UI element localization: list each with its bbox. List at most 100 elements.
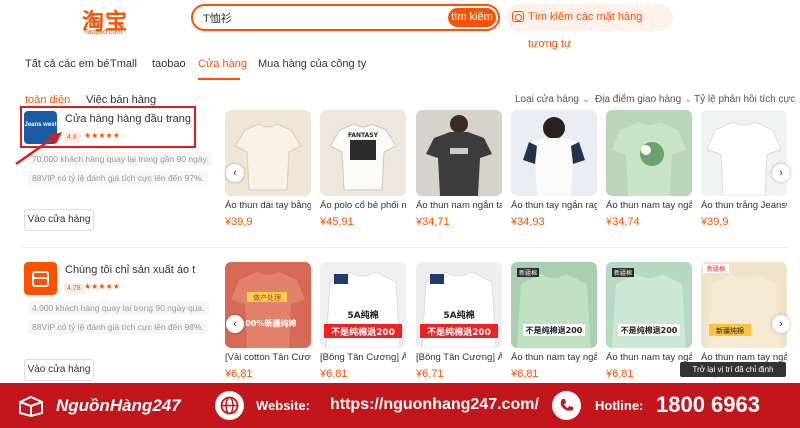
search-input[interactable]: T恤衫 xyxy=(203,10,443,26)
product-title: Áo thun nam tay ngắn ... xyxy=(606,200,692,211)
image-search-label: Tìm kiếm các mặt hàng tương tự xyxy=(528,11,643,50)
product-image[interactable] xyxy=(701,110,787,196)
product-card[interactable]: Áo thun dài tay bằng ... ¥39,9 xyxy=(225,110,313,228)
product-title: Áo thun trắng Jeansw... xyxy=(701,200,787,211)
product-graphic-text: FANTASY xyxy=(348,132,379,139)
product-image[interactable]: 新疆棉不是纯棉退200 xyxy=(606,262,692,348)
product-price: ¥34,93 xyxy=(511,216,545,228)
product-badge-text: 新疆棉 xyxy=(707,265,725,273)
phone-icon xyxy=(552,391,581,420)
product-badge-text: 5A纯棉 xyxy=(443,309,474,321)
visit-shop-button[interactable]: Vào cửa hàng xyxy=(24,209,94,231)
product-title: Áo polo cổ bẻ phối m... xyxy=(320,200,406,211)
carousel-prev-button[interactable]: ‹ xyxy=(226,315,244,333)
tab-tmall[interactable]: Tmall xyxy=(110,58,137,70)
tab-shops[interactable]: Cửa hàng xyxy=(198,58,247,70)
product-price: ¥34,74 xyxy=(606,216,640,228)
product-title: [Bông Tân Cương] Á... xyxy=(320,352,406,363)
image-search-button[interactable]: Tìm kiếm các mặt hàng tương tự xyxy=(506,4,673,50)
product-card[interactable]: 5A纯棉不是纯棉退200 [Bông Tân Cương] Á... ¥6,81 xyxy=(320,262,408,380)
footer-website-label: Website: xyxy=(256,398,310,413)
product-badge-text: 做产处理 xyxy=(253,293,281,302)
product-image[interactable] xyxy=(606,110,692,196)
shop-logo[interactable] xyxy=(24,262,57,295)
product-card[interactable]: 新疆棉不是纯棉退200 Áo thun nam tay ngắn ... ¥6,… xyxy=(606,262,694,380)
product-title: [Vải cotton Tân Cương] ... xyxy=(225,352,311,363)
product-graphic-text: 不是纯棉退200 xyxy=(526,325,583,335)
footer-website-value[interactable]: https://nguonhang247.com/ xyxy=(330,396,539,414)
shop-stat-reviews: 88VIP có tỷ lệ đánh giá tích cực lên đến… xyxy=(28,320,208,334)
active-tab-indicator xyxy=(198,78,240,80)
product-card[interactable]: 做产处理100%新疆纯棉 [Vải cotton Tân Cương] ... … xyxy=(225,262,313,380)
product-badge-text: 5A纯棉 xyxy=(347,309,378,321)
subtab-comprehensive[interactable]: toàn diện xyxy=(25,94,70,106)
product-card[interactable]: 新疆棉新疆纯棉 Áo thun nam tay ngắn ... ¥6,81 xyxy=(701,262,789,380)
product-price: ¥6,81 xyxy=(225,368,253,380)
product-badge-text: 新疆棉 xyxy=(519,269,537,277)
globe-icon xyxy=(215,391,244,420)
product-card[interactable]: Áo thun nam tay ngắn ... ¥34,74 xyxy=(606,110,694,228)
product-card[interactable]: Áo thun nam ngắn tay ... ¥34,71 xyxy=(416,110,504,228)
product-price: ¥45,91 xyxy=(320,216,354,228)
product-image[interactable]: 做产处理 100%新疆纯棉 xyxy=(225,262,311,348)
product-price: ¥39,9 xyxy=(701,216,729,228)
product-image[interactable]: 5A纯棉不是纯棉退200 xyxy=(416,262,502,348)
product-price: ¥6,81 xyxy=(320,368,348,380)
product-title: Áo thun tay ngắn ragl... xyxy=(511,200,597,211)
product-graphic-text: 新疆纯棉 xyxy=(716,326,744,335)
footer-hotline-value[interactable]: 1800 6963 xyxy=(656,392,760,418)
filter-positive-rating[interactable]: Tỷ lệ phản hồi tích cực xyxy=(694,94,800,105)
filter-shop-type[interactable]: Loại cửa hàng xyxy=(515,94,590,105)
divider xyxy=(22,247,790,248)
visit-shop-button[interactable]: Vào cửa hàng xyxy=(24,359,94,381)
product-badge-text: 新疆棉 xyxy=(614,269,632,277)
box-logo-icon xyxy=(19,395,43,417)
filter-delivery-location[interactable]: Địa điểm giao hàng xyxy=(595,94,692,105)
product-title: [Bông Tân Cương] Á... xyxy=(416,352,502,363)
carousel-next-button[interactable]: › xyxy=(772,164,790,182)
product-card[interactable]: 新疆棉不是纯棉退200 Áo thun nam tay ngắn ... ¥6,… xyxy=(511,262,599,380)
product-image[interactable]: 新疆棉不是纯棉退200 xyxy=(511,262,597,348)
product-card[interactable]: 5A纯棉不是纯棉退200 [Bông Tân Cương] Á... ¥6,71 xyxy=(416,262,504,380)
camera-icon xyxy=(512,11,524,22)
footer-hotline-label: Hotline: xyxy=(595,398,644,413)
product-image[interactable] xyxy=(416,110,502,196)
carousel-next-button[interactable]: › xyxy=(772,315,790,333)
search-button[interactable]: tìm kiếm xyxy=(448,8,496,27)
shop-name[interactable]: Chúng tôi chỉ sản xuất áo thun ... xyxy=(65,264,195,276)
subtab-sales[interactable]: Việc bán hàng xyxy=(86,94,156,106)
product-price: ¥34,71 xyxy=(416,216,450,228)
product-card[interactable]: Áo thun tay ngắn ragl... ¥34,93 xyxy=(511,110,599,228)
footer-brand: NguồnHàng247 xyxy=(56,396,181,415)
product-price: ¥6,81 xyxy=(511,368,539,380)
store-icon xyxy=(32,271,49,287)
search-bar: T恤衫 tìm kiếm xyxy=(191,4,500,31)
product-image[interactable]: FANTASY xyxy=(320,110,406,196)
taobao-logo-sub: Taobao.com xyxy=(84,29,123,36)
back-to-position-tooltip[interactable]: Trở lại vị trí đã chỉ định xyxy=(680,362,786,377)
product-title: Áo thun nam tay ngắn ... xyxy=(606,352,692,363)
tab-all[interactable]: Tất cả các em bé xyxy=(25,58,109,70)
header: 淘宝 Taobao.com T恤衫 tìm kiếm Tìm kiếm các … xyxy=(0,0,800,50)
product-image[interactable] xyxy=(225,110,311,196)
product-card[interactable]: FANTASY Áo polo cổ bẻ phối m... ¥45,91 xyxy=(320,110,408,228)
product-price: ¥6,71 xyxy=(416,368,444,380)
product-image[interactable] xyxy=(511,110,597,196)
product-title: Áo thun nam ngắn tay ... xyxy=(416,200,502,211)
product-image[interactable]: 新疆棉新疆纯棉 xyxy=(701,262,787,348)
tab-company[interactable]: Mua hàng của công ty xyxy=(258,58,366,70)
product-graphic-text: 不是纯棉退200 xyxy=(621,325,678,335)
tab-taobao[interactable]: taobao xyxy=(152,58,186,70)
product-card[interactable]: Áo thun trắng Jeansw... ¥39,9 xyxy=(701,110,789,228)
product-graphic-text: 不是纯棉退200 xyxy=(427,326,491,338)
footer-banner: NguồnHàng247 Website: https://nguonhang2… xyxy=(0,383,800,428)
pointer-arrow-icon xyxy=(15,132,62,166)
product-image[interactable]: 5A纯棉 不是纯棉退200 xyxy=(320,262,406,348)
product-title: Áo thun nam tay ngắn ... xyxy=(511,352,597,363)
shop-stat-returns: 4.000 khách hàng quay lại trong 90 ngày … xyxy=(28,301,209,315)
product-graphic-text: 100%新疆纯棉 xyxy=(240,318,297,328)
carousel-prev-button[interactable]: ‹ xyxy=(226,164,244,182)
product-price: ¥39,9 xyxy=(225,216,253,228)
rating-stars: ★★★★★ xyxy=(84,282,120,291)
product-price: ¥6,81 xyxy=(606,368,634,380)
